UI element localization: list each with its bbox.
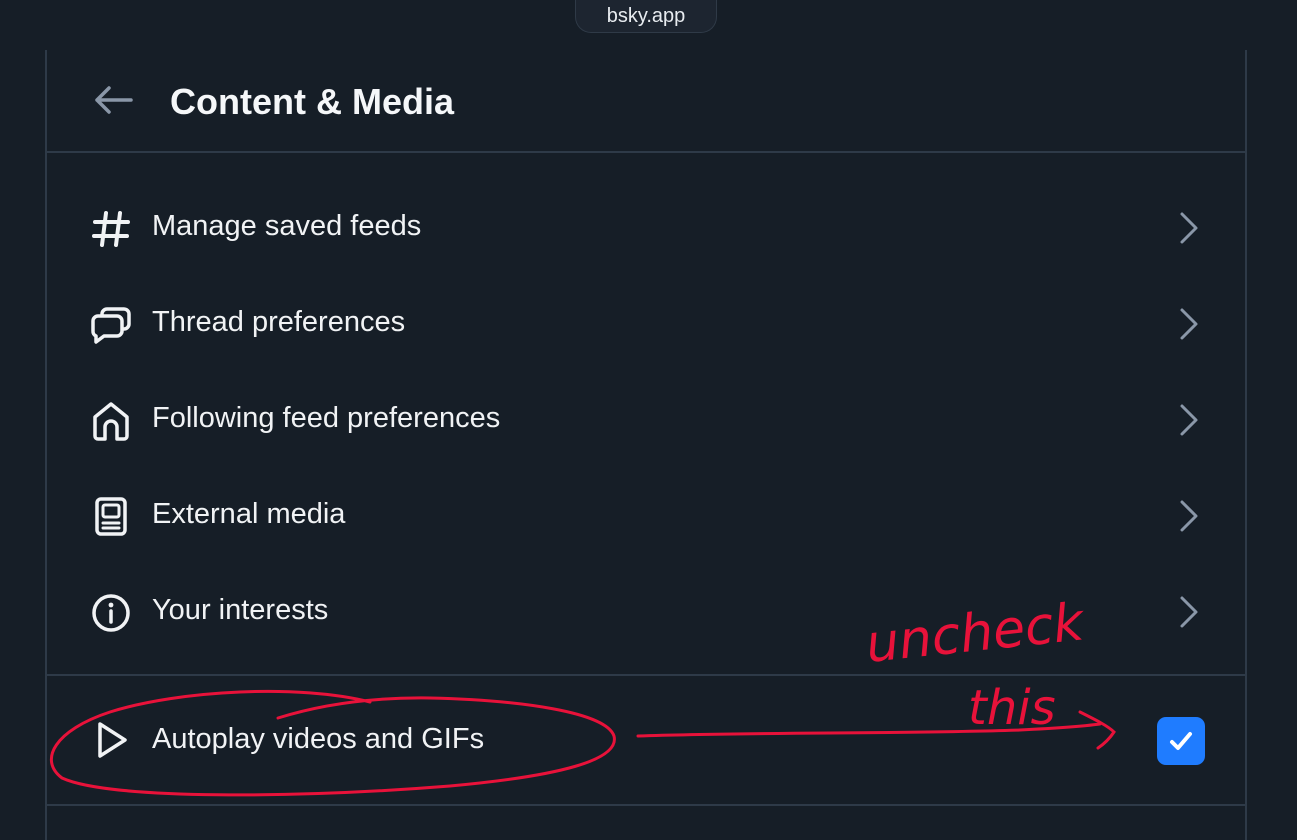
- autoplay-label: Autoplay videos and GIFs: [152, 723, 485, 755]
- autoplay-checkbox[interactable]: [1157, 717, 1205, 765]
- url-text: bsky.app: [606, 4, 686, 27]
- menu-item-following-feed-preferences[interactable]: Following feed preferences: [47, 371, 1245, 467]
- menu-item-your-interests[interactable]: Your interests: [47, 563, 1245, 659]
- settings-panel: Content & Media Manage saved feeds Threa…: [45, 50, 1247, 840]
- chat-bubbles-icon: [89, 303, 133, 347]
- arrow-left-icon: [95, 86, 133, 114]
- hashtag-icon: [89, 207, 133, 251]
- media-device-icon: [89, 495, 133, 539]
- checkmark-icon: [1170, 732, 1192, 750]
- play-icon: [89, 718, 133, 762]
- menu-item-label: Following feed preferences: [152, 402, 501, 434]
- menu-item-label: External media: [152, 498, 346, 530]
- menu-item-thread-preferences[interactable]: Thread preferences: [47, 275, 1245, 371]
- info-circle-icon: [89, 591, 133, 635]
- page-header: Content & Media: [47, 50, 1245, 153]
- page-title: Content & Media: [170, 81, 454, 122]
- menu-item-manage-saved-feeds[interactable]: Manage saved feeds: [47, 179, 1245, 275]
- chevron-right-icon: [1177, 403, 1201, 437]
- menu-item-label: Thread preferences: [152, 306, 406, 338]
- menu-item-label: Your interests: [152, 594, 329, 626]
- back-button[interactable]: [91, 80, 135, 120]
- menu-item-external-media[interactable]: External media: [47, 467, 1245, 563]
- chevron-right-icon: [1177, 595, 1201, 629]
- section-divider: [47, 804, 1245, 806]
- chevron-right-icon: [1177, 307, 1201, 341]
- url-pill[interactable]: bsky.app: [575, 0, 717, 33]
- chevron-right-icon: [1177, 211, 1201, 245]
- autoplay-setting-row[interactable]: Autoplay videos and GIFs: [47, 676, 1245, 804]
- chevron-right-icon: [1177, 499, 1201, 533]
- menu-item-label: Manage saved feeds: [152, 210, 422, 242]
- home-icon: [89, 399, 133, 443]
